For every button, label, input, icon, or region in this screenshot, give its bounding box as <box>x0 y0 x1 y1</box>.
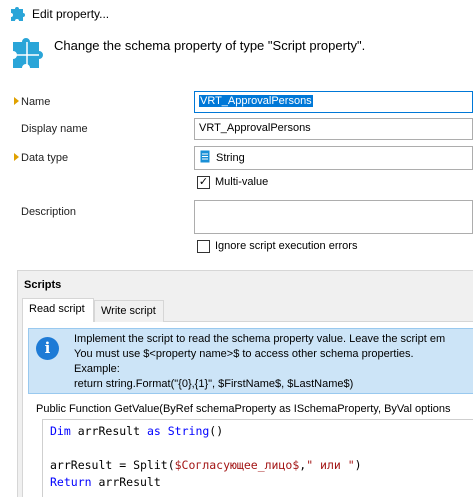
required-marker-icon <box>14 97 19 105</box>
code-editor[interactable]: Dim arrResult as String() arrResult = Sp… <box>42 419 473 497</box>
code-line: arrResult = Split($Согласующее_лицо$," и… <box>50 458 362 472</box>
scripts-title: Scripts <box>24 279 62 291</box>
description-field[interactable] <box>194 200 473 234</box>
function-signature: Public Function GetValue(ByRef schemaPro… <box>36 403 451 415</box>
info-line: return string.Format("{0},{1}", $FirstNa… <box>74 378 354 390</box>
puzzle-icon <box>13 38 43 68</box>
title-bar: Edit property... <box>0 0 473 28</box>
tab-read-script[interactable]: Read script <box>22 298 94 322</box>
display-name-field[interactable]: VRT_ApprovalPersons <box>194 118 473 140</box>
data-type-value: String <box>216 152 245 164</box>
multi-value-label: Multi-value <box>215 176 269 188</box>
multi-value-checkbox[interactable]: ✓ <box>197 176 210 189</box>
dialog-header: Change the schema property of type "Scri… <box>0 28 473 84</box>
tab-write-script[interactable]: Write script <box>94 300 164 322</box>
document-icon <box>200 150 210 163</box>
header-text: Change the schema property of type "Scri… <box>54 38 366 53</box>
code-line: Return arrResult <box>50 475 161 489</box>
info-line: Implement the script to read the schema … <box>74 333 446 345</box>
description-label: Description <box>21 206 77 218</box>
code-line: Dim arrResult as String() <box>50 424 224 438</box>
ignore-errors-label: Ignore script execution errors <box>215 240 358 252</box>
ignore-errors-checkbox[interactable] <box>197 240 210 253</box>
data-type-label: Data type <box>21 152 69 164</box>
info-icon: i <box>36 337 59 360</box>
info-line: You must use $<property name>$ to access… <box>74 348 414 360</box>
name-label: Name <box>21 96 51 108</box>
name-field[interactable]: VRT_ApprovalPersons <box>194 91 473 113</box>
window-title: Edit property... <box>32 7 110 21</box>
info-line: Example: <box>74 363 120 375</box>
display-name-label: Display name <box>21 123 88 135</box>
puzzle-icon <box>11 7 25 21</box>
required-marker-icon <box>14 153 19 161</box>
